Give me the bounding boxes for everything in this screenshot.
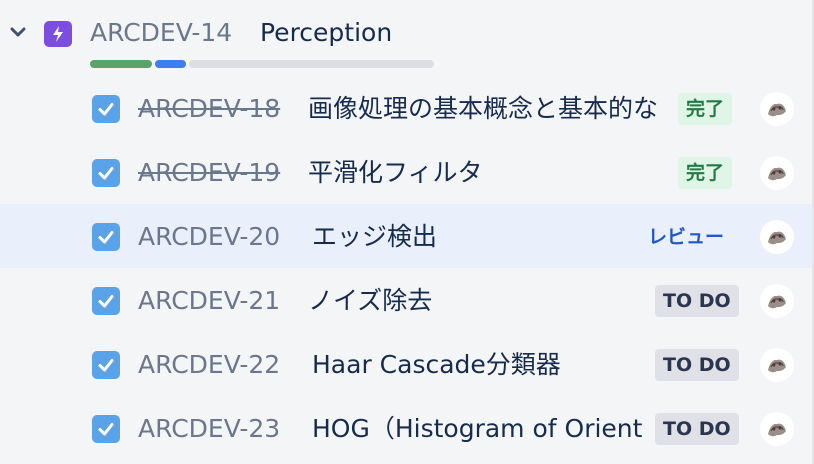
checkbox-checked-icon[interactable] [92, 415, 120, 443]
child-issue-title[interactable]: Haar Cascade分類器 [312, 346, 682, 384]
user-avatar[interactable] [760, 284, 794, 318]
child-issue-key[interactable]: ARCDEV-21 [138, 282, 280, 320]
status-badge[interactable]: レビュー [640, 221, 732, 253]
child-issue-row[interactable]: ARCDEV-18 画像処理の基本概念と基本的な 完了 [0, 76, 812, 140]
checkbox-checked-icon[interactable] [92, 95, 120, 123]
child-issue-key[interactable]: ARCDEV-20 [138, 218, 280, 256]
child-issue-key[interactable]: ARCDEV-22 [138, 346, 280, 384]
user-avatar[interactable] [760, 156, 794, 190]
user-avatar[interactable] [760, 220, 794, 254]
user-avatar[interactable] [760, 412, 794, 446]
checkbox-checked-icon[interactable] [92, 223, 120, 251]
child-issue-row[interactable]: ARCDEV-19 平滑化フィルタ 完了 [0, 140, 812, 204]
child-issue-title[interactable]: 平滑化フィルタ [308, 154, 678, 192]
child-issue-row[interactable]: ARCDEV-23 HOG（Histogram of Orient TO DO [0, 396, 812, 460]
child-issue-title[interactable]: ノイズ除去 [308, 282, 678, 320]
child-issue-row[interactable]: ARCDEV-20 エッジ検出 レビュー [0, 204, 812, 268]
epic-progress-bar [90, 60, 434, 68]
child-issue-key[interactable]: ARCDEV-18 [138, 90, 280, 128]
chevron-down-icon[interactable] [8, 22, 28, 42]
child-issue-list: ARCDEV-18 画像処理の基本概念と基本的な 完了 ARCDEV-19 平滑化フィル… [0, 76, 812, 460]
status-badge[interactable]: TO DO [655, 413, 739, 445]
epic-child-issues-panel: ARCDEV-14 Perception ARCDEV-18 画像処理の基本概念と… [0, 0, 814, 464]
status-badge[interactable]: TO DO [655, 285, 739, 317]
progress-in-progress-segment [155, 60, 186, 68]
user-avatar[interactable] [760, 92, 794, 126]
user-avatar[interactable] [760, 348, 794, 382]
epic-key[interactable]: ARCDEV-14 [90, 14, 232, 52]
child-issue-row[interactable]: ARCDEV-21 ノイズ除去 TO DO [0, 268, 812, 332]
epic-title[interactable]: Perception [260, 14, 392, 52]
epic-row[interactable]: ARCDEV-14 Perception [0, 0, 812, 68]
child-issue-key[interactable]: ARCDEV-19 [138, 154, 280, 192]
checkbox-checked-icon[interactable] [92, 159, 120, 187]
status-badge[interactable]: 完了 [678, 93, 733, 125]
status-badge[interactable]: 完了 [678, 157, 733, 189]
child-issue-title[interactable]: エッジ検出 [312, 218, 682, 256]
checkbox-checked-icon[interactable] [92, 287, 120, 315]
progress-todo-segment [189, 60, 434, 68]
lightning-bolt-icon [44, 21, 72, 47]
status-badge[interactable]: TO DO [655, 349, 739, 381]
progress-done-segment [90, 60, 152, 68]
child-issue-row[interactable]: ARCDEV-22 Haar Cascade分類器 TO DO [0, 332, 812, 396]
child-issue-title[interactable]: 画像処理の基本概念と基本的な [308, 90, 678, 128]
child-issue-title[interactable]: HOG（Histogram of Orient [312, 410, 682, 448]
child-issue-key[interactable]: ARCDEV-23 [138, 410, 280, 448]
checkbox-checked-icon[interactable] [92, 351, 120, 379]
